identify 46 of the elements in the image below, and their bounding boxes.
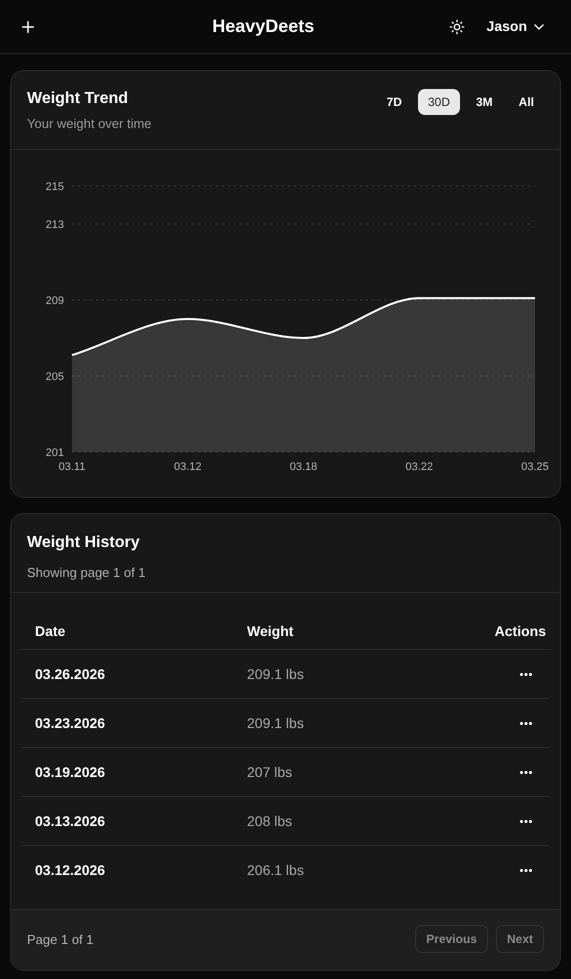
more-icon <box>520 869 532 872</box>
range-tab[interactable]: All <box>508 89 544 115</box>
weight-cell-text: 208 lbs <box>247 812 294 830</box>
app-title: HeavyDeets <box>212 15 314 38</box>
row-actions-button[interactable] <box>520 869 532 872</box>
column-header: Date <box>35 622 66 640</box>
card-title: Weight Trend <box>27 89 130 109</box>
row-actions-button[interactable] <box>520 820 532 822</box>
row-actions-button[interactable] <box>520 672 532 676</box>
y-tick-label: 213 <box>46 219 64 231</box>
card-subtitle: Showing page 1 of 1 <box>27 564 147 582</box>
theme-toggle[interactable] <box>448 18 465 34</box>
weight-cell-text: 206.1 lbs <box>247 861 305 880</box>
card-subtitle: Your weight over time <box>27 115 152 133</box>
weight-cell-text: 207 lbs <box>247 762 294 782</box>
more-icon <box>520 722 532 724</box>
date-cell-text: 03.23.2026 <box>35 714 106 732</box>
row-actions-button[interactable] <box>520 770 532 774</box>
x-tick-label: 03.25 <box>521 461 549 473</box>
column-header: Actions <box>494 622 546 640</box>
card-title: Weight History <box>27 533 141 553</box>
x-tick-label: 03.18 <box>290 461 318 473</box>
range-tab[interactable]: 7D <box>376 89 412 115</box>
x-tick-label: 03.11 <box>58 461 86 473</box>
date-cell-text: 03.19.2026 <box>35 762 106 782</box>
range-tab[interactable]: 30D <box>418 89 460 115</box>
page-label: Page 1 of 1 <box>27 931 94 950</box>
more-icon <box>520 820 532 822</box>
range-tab[interactable]: 3M <box>466 89 503 115</box>
date-cell-text: 03.26.2026 <box>35 664 106 684</box>
weight-cell-text: 209.1 lbs <box>247 714 305 732</box>
y-tick-label: 201 <box>46 447 64 459</box>
more-icon <box>520 770 532 774</box>
date-cell-text: 03.13.2026 <box>35 812 106 830</box>
sun-icon <box>448 18 465 34</box>
x-tick-label: 03.22 <box>405 461 434 473</box>
x-tick-label: 03.12 <box>174 461 202 473</box>
y-tick-label: 209 <box>46 295 64 307</box>
weight-cell-text: 209.1 lbs <box>247 664 305 684</box>
row-actions-button[interactable] <box>520 722 532 724</box>
date-cell-text: 03.12.2026 <box>35 861 106 880</box>
more-icon <box>520 672 532 676</box>
y-tick-label: 215 <box>46 181 64 193</box>
user-menu[interactable]: Jason <box>486 16 547 37</box>
y-tick-label: 205 <box>46 371 64 383</box>
column-header: Weight <box>247 622 294 641</box>
